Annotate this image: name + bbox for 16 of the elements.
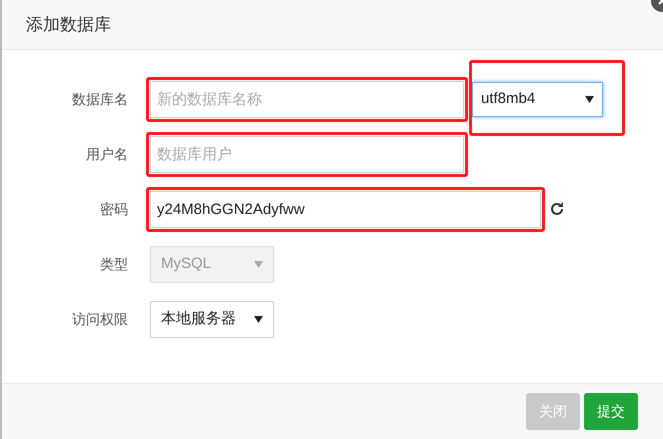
- dialog-title: 添加数据库: [26, 14, 111, 36]
- dropdown[interactable]: 本地服务器: [150, 300, 274, 338]
- input-field[interactable]: 数据库用户: [150, 136, 464, 172]
- charset-select[interactable]: utf8mb4: [472, 82, 603, 116]
- caret-icon: [254, 260, 263, 268]
- field-label: 类型: [99, 254, 128, 274]
- field-label: 用户名: [85, 144, 128, 164]
- field-label: 访问权限: [71, 310, 128, 328]
- field-label: 数据库名: [71, 90, 128, 108]
- caret-icon: [585, 96, 594, 102]
- input-field[interactable]: 新的数据库名称: [150, 80, 464, 118]
- caret-icon: [254, 316, 263, 322]
- refresh-icon[interactable]: [549, 201, 565, 217]
- password-field[interactable]: y24M8hGGN2Adyfww: [150, 190, 541, 228]
- dropdown: MySQL: [150, 246, 274, 282]
- field-label: 密码: [99, 200, 128, 218]
